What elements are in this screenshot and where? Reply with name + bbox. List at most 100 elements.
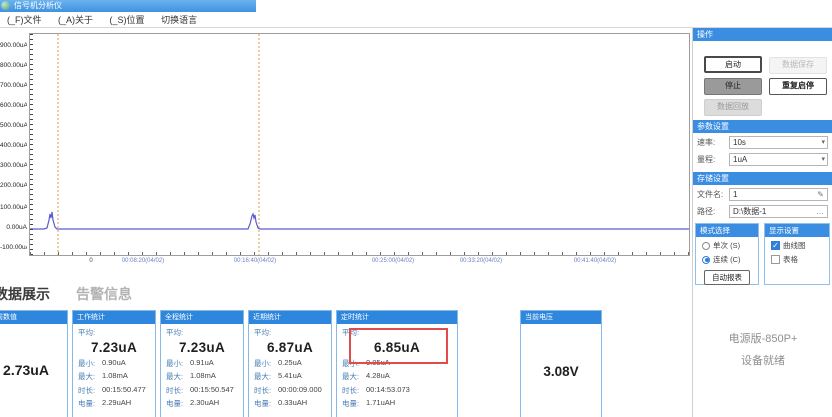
- menu-position[interactable]: (_S)位置: [103, 12, 152, 28]
- radio-selected-icon[interactable]: [702, 256, 710, 264]
- start-button[interactable]: 启动: [704, 56, 762, 73]
- y-tick: 700.00uA: [0, 82, 27, 89]
- stop-button[interactable]: 停止: [704, 78, 762, 95]
- section-operation-header: 操作: [693, 28, 832, 41]
- panel-recent-stats: 近期统计 平均: 6.87uA 最小:0.25uA 最大:5.41uA 时长:0…: [248, 310, 332, 417]
- rate-row: 速率: 10s ▾: [693, 133, 832, 150]
- panel-current-value: 当前数值 2.73uA 自动更新量程: [0, 310, 68, 417]
- display-header: 显示设置: [765, 224, 829, 237]
- path-label: 路径:: [697, 206, 729, 217]
- app-icon: [1, 1, 10, 10]
- tab-data-display[interactable]: 数据展示: [0, 284, 50, 304]
- mode-loop-option[interactable]: 连续 (C): [696, 251, 758, 265]
- duration-value: 00:14:53.073: [366, 385, 410, 396]
- duration-label: 时长:: [78, 385, 102, 396]
- duration-label: 时长:: [342, 385, 366, 396]
- duration-value: 00:00:09.000: [278, 385, 322, 396]
- panel-work-stats: 工作统计 平均: 7.23uA 最小:0.90uA 最大:1.08mA 时长:0…: [72, 310, 156, 417]
- device-model: 电源版-850P+: [693, 328, 832, 350]
- edit-icon[interactable]: ✎: [817, 189, 824, 200]
- menu-about[interactable]: (_A)关于: [51, 12, 100, 28]
- replay-button[interactable]: 数据回放: [704, 99, 762, 116]
- panel-total-stats: 全程统计 平均: 7.23uA 最小:0.91uA 最大:1.08mA 时长:0…: [160, 310, 244, 417]
- mode-display-row: 模式选择 单次 (S) 连续 (C) 自动报表 显示设置 曲线图: [693, 219, 832, 285]
- path-row: 路径: D:\数据-1 …: [693, 202, 832, 219]
- path-input[interactable]: D:\数据-1 …: [729, 205, 828, 218]
- max-value: 1.08mA: [102, 371, 128, 382]
- panel-header: 工作统计: [73, 311, 155, 324]
- curve-option[interactable]: 曲线图: [765, 237, 829, 251]
- mode-header: 模式选择: [696, 224, 758, 237]
- duration-label: 时长:: [254, 385, 278, 396]
- table-option[interactable]: 表格: [765, 251, 829, 265]
- avg-label: 平均:: [73, 324, 155, 338]
- max-label: 最大:: [254, 371, 278, 382]
- energy-label: 电量:: [78, 398, 102, 409]
- min-label: 最小:: [254, 358, 278, 369]
- energy-label: 电量:: [254, 398, 278, 409]
- auto-report-button[interactable]: 自动报表: [704, 270, 750, 285]
- avg-label: 平均:: [249, 324, 331, 338]
- rate-label: 速率:: [697, 137, 729, 148]
- range-row: 量程: 1uA ▾: [693, 150, 832, 167]
- chevron-down-icon: ▾: [821, 154, 825, 165]
- tab-alarm-info[interactable]: 告警信息: [76, 284, 132, 304]
- y-tick: 500.00uA: [0, 122, 27, 129]
- checkbox-icon[interactable]: [771, 255, 780, 264]
- max-label: 最大:: [342, 371, 366, 382]
- avg-value: 6.87uA: [249, 340, 331, 355]
- max-value: 1.08mA: [190, 371, 216, 382]
- checkbox-label: 曲线图: [783, 240, 806, 251]
- browse-button[interactable]: …: [816, 206, 824, 217]
- panel-header: 当前电压: [521, 311, 601, 324]
- waveform-chart[interactable]: [29, 33, 690, 256]
- rate-select[interactable]: 10s ▾: [729, 136, 828, 149]
- radio-icon[interactable]: [702, 242, 710, 250]
- range-label: 量程:: [697, 154, 729, 165]
- y-tick: 600.00uA: [0, 102, 27, 109]
- waveform-svg: [30, 34, 689, 255]
- x-tick: 00:08:20(04/02): [108, 258, 178, 264]
- panel-voltage: 当前电压 3.08V: [520, 310, 602, 417]
- mode-single-option[interactable]: 单次 (S): [696, 237, 758, 251]
- range-select[interactable]: 1uA ▾: [729, 153, 828, 166]
- filename-input[interactable]: 1 ✎: [729, 188, 828, 201]
- y-tick: 400.00uA: [0, 142, 27, 149]
- min-value: 0.90uA: [102, 358, 126, 369]
- save-data-button[interactable]: 数据保存: [769, 57, 827, 74]
- y-tick: 200.00uA: [0, 182, 27, 189]
- energy-value: 2.29uAH: [102, 398, 131, 409]
- section-storage-header: 存储设置: [693, 172, 832, 185]
- display-section: 显示设置 曲线图 表格: [764, 223, 830, 285]
- window-title: 信号机分析仪: [14, 1, 62, 10]
- panel-header: 近期统计: [249, 311, 331, 324]
- path-value: D:\数据-1: [733, 206, 816, 217]
- radio-label: 单次 (S): [713, 240, 740, 251]
- current-value: 2.73uA: [0, 362, 67, 378]
- avg-label: 平均:: [161, 324, 243, 338]
- avg-value: 7.23uA: [161, 340, 243, 355]
- control-sidebar: 操作 启动 数据保存 停止 重复启停 数据回放 参数设置 速率: 10s ▾ 量…: [692, 28, 832, 417]
- max-value: 4.28uA: [366, 371, 390, 382]
- menu-language[interactable]: 切换语言: [154, 12, 204, 28]
- duration-value: 00:15:50.477: [102, 385, 146, 396]
- current-trace: [30, 212, 689, 229]
- menu-file[interactable]: (_F)文件: [0, 12, 49, 28]
- min-value: 0.91uA: [190, 358, 214, 369]
- title-bar[interactable]: 信号机分析仪: [0, 0, 256, 12]
- menu-bar: (_F)文件 (_A)关于 (_S)位置 切换语言: [0, 12, 832, 28]
- x-tick: 00:16:40(04/02): [220, 258, 290, 264]
- radio-label: 连续 (C): [713, 254, 741, 265]
- y-tick: -100.00uA: [0, 244, 27, 251]
- min-label: 最小:: [78, 358, 102, 369]
- panel-header: 全程统计: [161, 311, 243, 324]
- duration-label: 时长:: [166, 385, 190, 396]
- energy-value: 1.71uAH: [366, 398, 395, 409]
- checkbox-checked-icon[interactable]: [771, 241, 780, 250]
- red-highlight-box: [349, 328, 448, 364]
- filename-value: 1: [733, 189, 817, 200]
- energy-label: 电量:: [342, 398, 366, 409]
- x-axis-minor-ticks: [30, 252, 689, 255]
- x-tick: 00:41:40(04/02): [560, 258, 630, 264]
- restart-button[interactable]: 重复启停: [769, 78, 827, 95]
